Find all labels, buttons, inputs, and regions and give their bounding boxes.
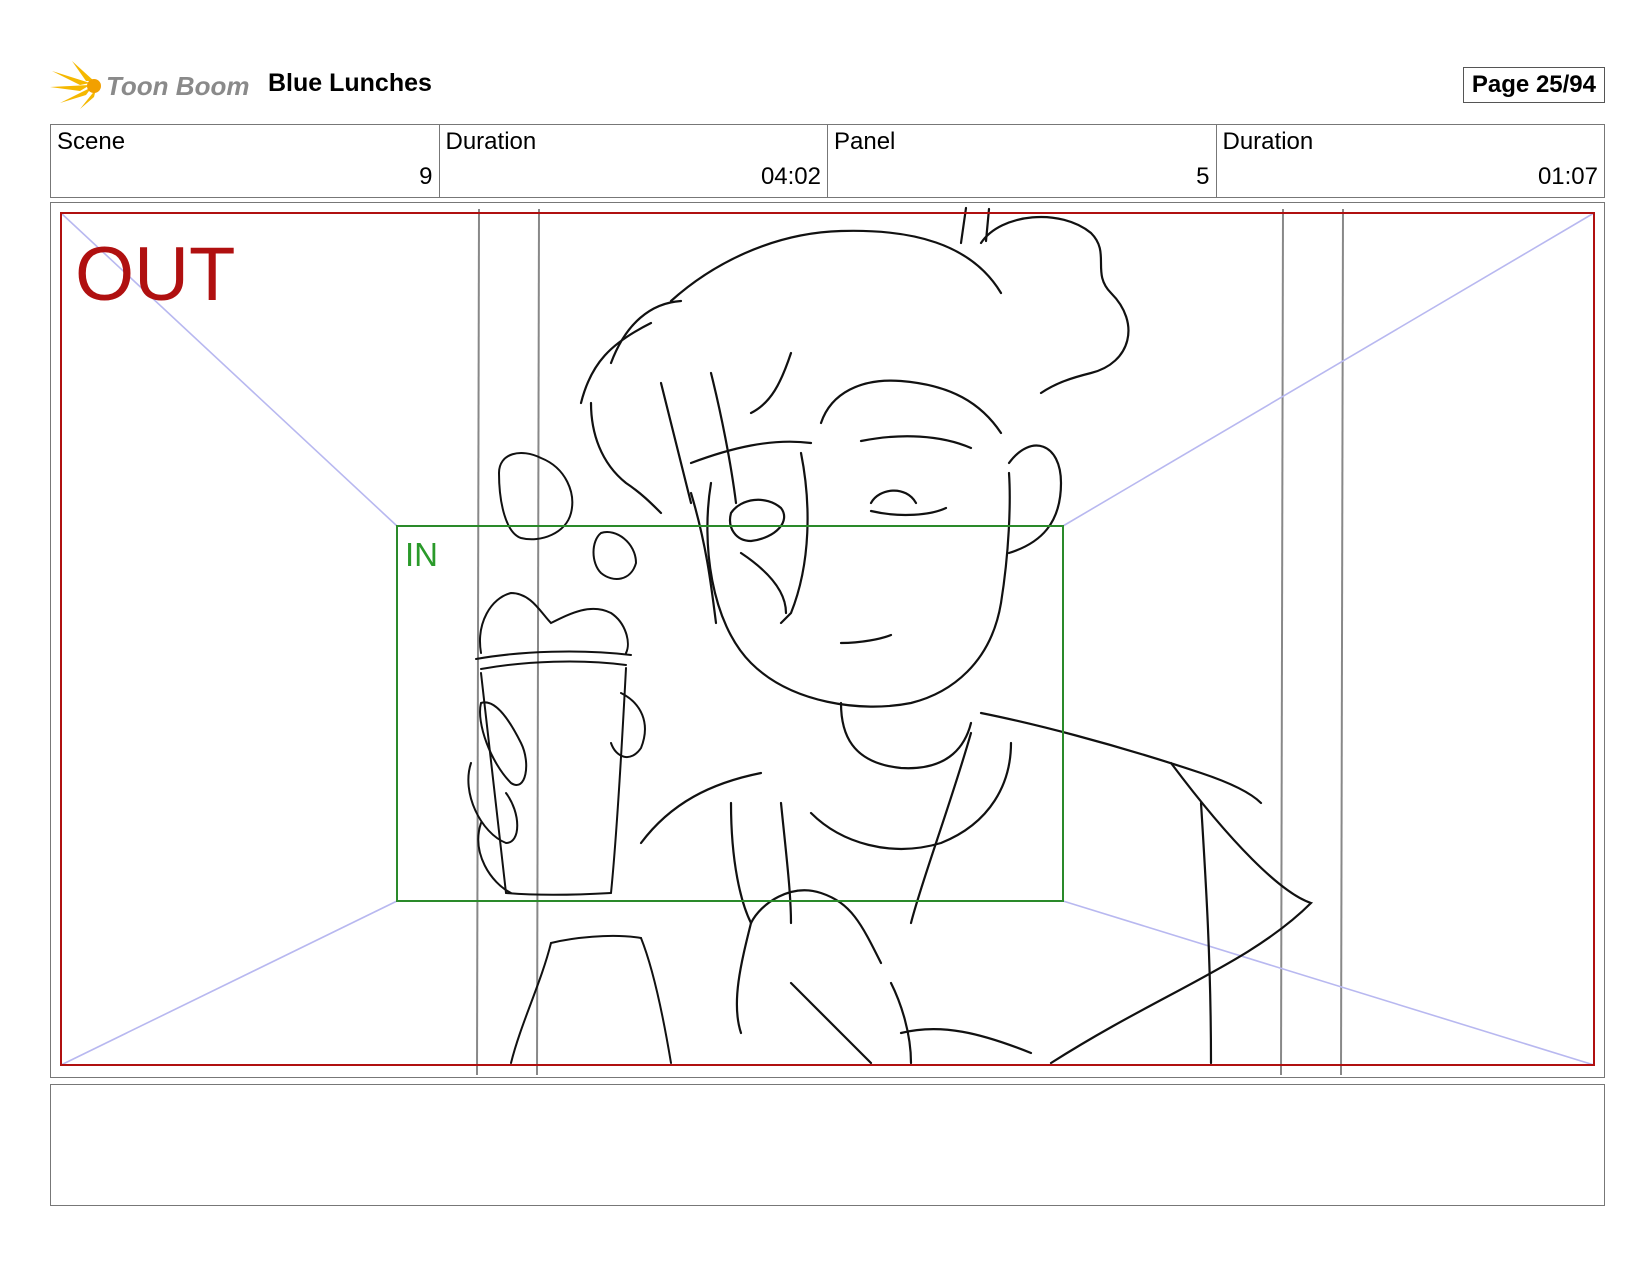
document-title: Blue Lunches [268, 69, 432, 97]
panel-label: Panel [834, 128, 896, 155]
panel-cell: Panel 5 [828, 125, 1217, 197]
svg-text:Toon Boom: Toon Boom [106, 71, 249, 101]
scene-label: Scene [57, 128, 126, 155]
panel-notes [50, 1084, 1605, 1206]
in-frame [396, 525, 1064, 902]
in-label: IN [405, 536, 438, 573]
out-frame [60, 212, 1595, 1066]
page-header: Toon Boom Blue Lunches Page 25/94 [50, 55, 1605, 115]
toon-boom-logo: Toon Boom [50, 61, 249, 109]
panel-duration-label: Duration [1222, 128, 1314, 155]
cup-sketch [467, 452, 672, 1064]
page-indicator: Page 25/94 [1462, 67, 1605, 103]
panel-value: 5 [1196, 163, 1210, 190]
scene-duration-label: Duration [445, 128, 537, 155]
scene-duration-value: 04:02 [760, 163, 821, 190]
panel-duration-value: 01:07 [1537, 163, 1598, 190]
panel-drawing: OUT IN [60, 206, 1595, 1076]
scene-info-table: Scene 9 Duration 04:02 Panel 5 Duration … [50, 124, 1605, 198]
scene-cell: Scene 9 [51, 125, 440, 197]
vertical-guides [476, 208, 1344, 1076]
character-sketch [579, 206, 1314, 1065]
perspective-lines [60, 212, 1595, 1066]
scene-duration-cell: Duration 04:02 [440, 125, 828, 197]
out-label: OUT [75, 232, 235, 317]
scene-value: 9 [419, 163, 433, 190]
storyboard-panel: OUT IN [50, 202, 1605, 1078]
panel-duration-cell: Duration 01:07 [1217, 125, 1605, 197]
